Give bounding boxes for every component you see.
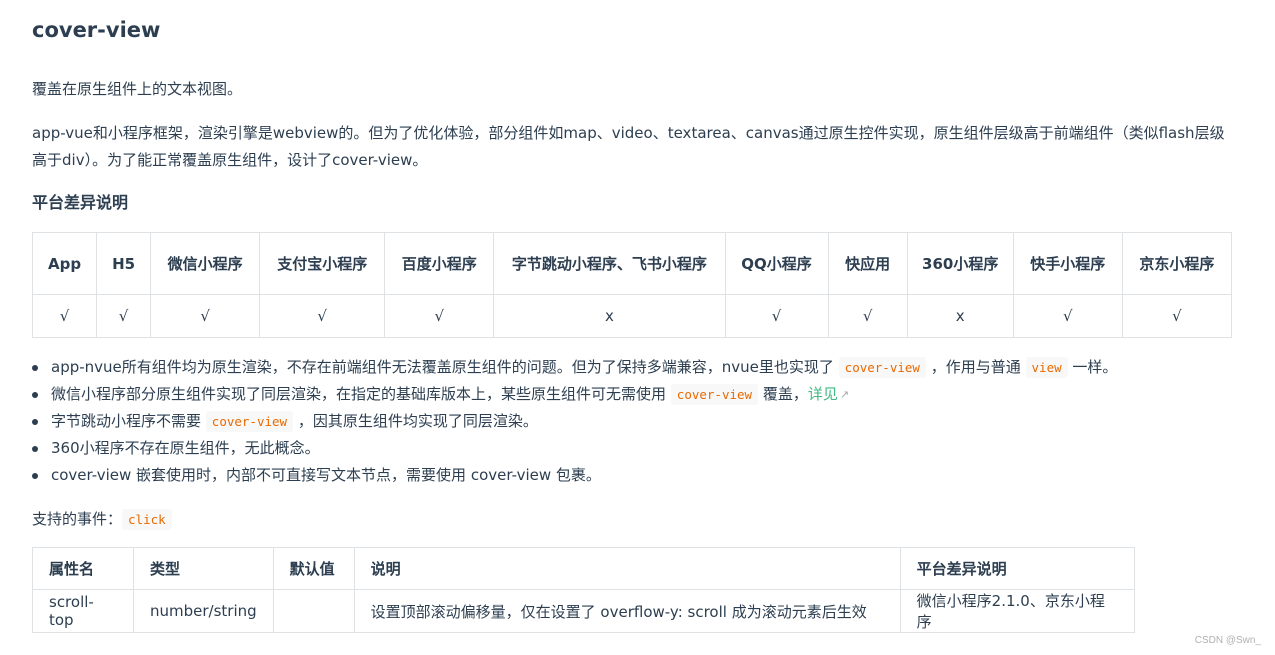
platform-table: App H5 微信小程序 支付宝小程序 百度小程序 字节跳动小程序、飞书小程序 …: [31, 232, 1233, 338]
platform-value: √: [150, 294, 261, 338]
platform-header-qq: QQ小程序: [724, 232, 829, 295]
details-link[interactable]: 详见 ↗: [808, 385, 849, 403]
platform-value: √: [31, 294, 98, 338]
platform-header-weixin: 微信小程序: [150, 232, 261, 295]
note-text: 360小程序不存在原生组件，无此概念。: [51, 439, 320, 457]
platform-header-baidu: 百度小程序: [384, 232, 495, 295]
notes-list: app-nvue所有组件均为原生渲染，不存在前端组件无法覆盖原生组件的问题。但为…: [32, 354, 1117, 489]
platform-value: √: [827, 294, 908, 338]
platform-heading: 平台差异说明: [32, 193, 129, 212]
platform-value: √: [96, 294, 152, 338]
intro-text: 覆盖在原生组件上的文本视图。: [32, 80, 243, 98]
props-header-platform: 平台差异说明: [899, 547, 1136, 590]
prop-desc: 设置顶部滚动偏移量，仅在设置了 overflow-y: scroll 成为滚动元…: [353, 589, 901, 633]
details-link-label: 详见: [807, 385, 838, 403]
note-text: 一样。: [1072, 358, 1118, 376]
list-item: app-nvue所有组件均为原生渲染，不存在前端组件无法覆盖原生组件的问题。但为…: [32, 354, 1117, 381]
prop-name: scroll-top: [32, 589, 134, 633]
note-text: 字节跳动小程序不需要: [51, 412, 202, 430]
platform-value: √: [1012, 294, 1123, 338]
note-text: ，作用与普通: [930, 358, 1021, 376]
prop-platform: 微信小程序2.1.0、京东小程序: [899, 589, 1136, 633]
note-text: app-nvue所有组件均为原生渲染，不存在前端组件无法覆盖原生组件的问题。但为…: [51, 358, 834, 376]
table-row: scroll-top number/string 设置顶部滚动偏移量，仅在设置了…: [32, 589, 1136, 633]
platform-header-bytedance: 字节跳动小程序、飞书小程序: [493, 232, 726, 295]
page-title: cover-view: [32, 18, 161, 42]
props-table: 属性名 类型 默认值 说明 平台差异说明 scroll-top number/s…: [32, 547, 1136, 633]
inline-code: cover-view: [838, 357, 926, 378]
external-link-icon: ↗: [839, 388, 850, 401]
events-line: 支持的事件： click: [32, 506, 172, 533]
platform-value: √: [724, 294, 829, 338]
platform-header-kuaishou: 快手小程序: [1012, 232, 1123, 295]
platform-value: √: [384, 294, 495, 338]
prop-default: [272, 589, 355, 633]
platform-header-app: App: [31, 232, 98, 295]
props-header-row: 属性名 类型 默认值 说明 平台差异说明: [32, 547, 1136, 590]
inline-code: view: [1025, 357, 1068, 378]
event-code: click: [122, 509, 172, 530]
platform-header-row: App H5 微信小程序 支付宝小程序 百度小程序 字节跳动小程序、飞书小程序 …: [31, 232, 1233, 295]
platform-header-alipay: 支付宝小程序: [259, 232, 386, 295]
platform-header-jd: 京东小程序: [1121, 232, 1233, 295]
platform-value: √: [259, 294, 386, 338]
platform-header-h5: H5: [96, 232, 152, 295]
prop-type: number/string: [133, 589, 274, 633]
list-item: 微信小程序部分原生组件实现了同层渲染，在指定的基础库版本上，某些原生组件可无需使…: [32, 381, 1117, 408]
note-text: cover-view 嵌套使用时，内部不可直接写文本节点，需要使用 cover-…: [51, 466, 601, 484]
props-header-type: 类型: [133, 547, 274, 590]
props-header-desc: 说明: [353, 547, 901, 590]
watermark: CSDN @Swn_: [1194, 635, 1261, 646]
note-text: ，因其原生组件均实现了同层渲染。: [297, 412, 538, 430]
inline-code: cover-view: [670, 384, 759, 405]
events-label: 支持的事件：: [32, 510, 123, 528]
props-header-default: 默认值: [272, 547, 355, 590]
list-item: cover-view 嵌套使用时，内部不可直接写文本节点，需要使用 cover-…: [32, 462, 1117, 489]
platform-value: x: [906, 294, 1014, 338]
description-text: app-vue和小程序框架，渲染引擎是webview的。但为了优化体验，部分组件…: [32, 124, 1225, 169]
props-header-name: 属性名: [32, 547, 134, 590]
list-item: 字节跳动小程序不需要 cover-view ，因其原生组件均实现了同层渲染。: [32, 408, 1117, 435]
platform-values-row: √ √ √ √ √ x √ √ x √ √: [31, 294, 1233, 338]
note-text: 微信小程序部分原生组件实现了同层渲染，在指定的基础库版本上，某些原生组件可无需使…: [51, 385, 667, 403]
inline-code: cover-view: [205, 411, 294, 432]
platform-header-360: 360小程序: [906, 232, 1014, 295]
platform-header-quickapp: 快应用: [827, 232, 908, 295]
platform-value: x: [493, 294, 726, 338]
list-item: 360小程序不存在原生组件，无此概念。: [32, 435, 1117, 462]
note-text: 覆盖，: [762, 385, 808, 403]
platform-value: √: [1121, 294, 1233, 338]
